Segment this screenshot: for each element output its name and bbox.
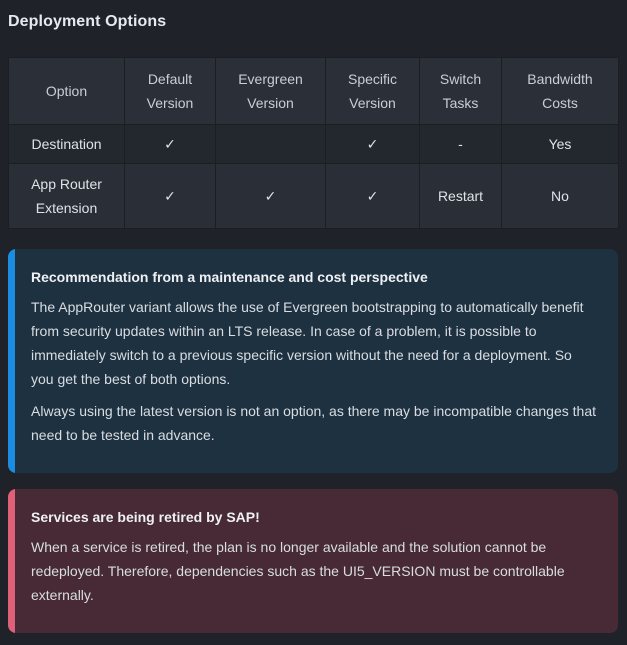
cell-bandwidth-costs: No: [501, 163, 619, 229]
cell-specific-version: ✓: [325, 163, 420, 229]
cell-switch-tasks: Restart: [419, 163, 502, 229]
header-bandwidth-costs: Bandwidth Costs: [501, 57, 619, 125]
info-callout-paragraph: The AppRouter variant allows the use of …: [31, 299, 584, 387]
info-callout-title: Recommendation from a maintenance and co…: [31, 269, 428, 285]
cell-evergreen-version: [215, 124, 326, 164]
table-row: App Router Extension ✓ ✓ ✓ Restart No: [8, 163, 619, 229]
header-switch-tasks: Switch Tasks: [419, 57, 502, 125]
header-default-version: Default Version: [124, 57, 216, 125]
cell-default-version: ✓: [124, 163, 216, 229]
table-row: Destination ✓ ✓ - Yes: [8, 124, 619, 164]
header-evergreen-version: Evergreen Version: [215, 57, 326, 125]
table-header-row: Option Default Version Evergreen Version…: [8, 57, 619, 125]
header-option: Option: [8, 57, 125, 125]
info-callout-paragraph: Always using the latest version is not a…: [31, 403, 596, 443]
warning-callout: Services are being retired by SAP! When …: [8, 489, 618, 633]
info-callout: Recommendation from a maintenance and co…: [8, 249, 618, 473]
cell-default-version: ✓: [124, 124, 216, 164]
header-specific-version: Specific Version: [325, 57, 420, 125]
warning-callout-paragraph: When a service is retired, the plan is n…: [31, 539, 565, 603]
cell-specific-version: ✓: [325, 124, 420, 164]
cell-switch-tasks: -: [419, 124, 502, 164]
cell-bandwidth-costs: Yes: [501, 124, 619, 164]
cell-option: Destination: [8, 124, 125, 164]
warning-callout-title: Services are being retired by SAP!: [31, 509, 260, 525]
deployment-options-table: Option Default Version Evergreen Version…: [8, 57, 619, 229]
cell-evergreen-version: ✓: [215, 163, 326, 229]
cell-option: App Router Extension: [8, 163, 125, 229]
section-title: Deployment Options: [8, 13, 167, 30]
